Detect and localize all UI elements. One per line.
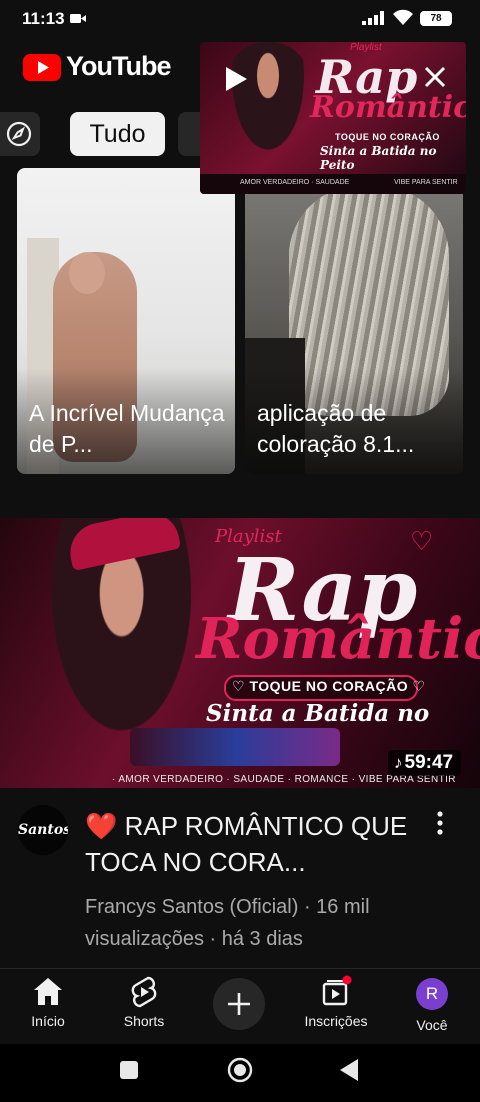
thumbnail-tagline: ♡ TOQUE NO CORAÇÃO ♡ bbox=[232, 678, 426, 694]
duration-text: 59:47 bbox=[404, 752, 454, 773]
video-recording-icon bbox=[70, 14, 86, 23]
nav-label: Você bbox=[416, 1017, 448, 1033]
nav-label: Inscrições bbox=[304, 1013, 368, 1029]
nav-shorts[interactable]: Shorts bbox=[96, 975, 192, 1035]
compass-icon bbox=[6, 121, 32, 147]
more-options-icon[interactable] bbox=[430, 808, 450, 840]
signal-icon bbox=[362, 11, 384, 25]
short-card[interactable]: A Incrível Mudança de P... bbox=[17, 168, 235, 474]
short-card[interactable]: aplicação de coloração 8.1... bbox=[245, 168, 463, 474]
thumbnail-footer: VIBE PARA SENTIR bbox=[394, 179, 458, 186]
channel-avatar[interactable]: Santos bbox=[18, 805, 68, 855]
nav-you[interactable]: R Você bbox=[384, 975, 480, 1035]
video-thumbnail[interactable]: Playlist ♡ Rap Romântico ♡ TOQUE NO CORA… bbox=[0, 518, 480, 788]
recents-button[interactable] bbox=[120, 1061, 138, 1079]
thumbnail-tagline: TOQUE NO CORAÇÃO bbox=[335, 132, 440, 142]
music-note-icon: ♪ bbox=[394, 753, 403, 772]
chip-all[interactable]: Tudo bbox=[70, 112, 165, 156]
short-title: A Incrível Mudança de P... bbox=[29, 400, 225, 457]
video-meta[interactable]: Francys Santos (Oficial) · 16 mil visual… bbox=[85, 891, 425, 955]
add-icon bbox=[228, 993, 250, 1015]
thumbnail-subtitle: Romântico bbox=[310, 90, 466, 125]
upload-age: há 3 dias bbox=[221, 928, 303, 950]
miniplayer[interactable]: Playlist Rap Romântico TOQUE NO CORAÇÃO … bbox=[200, 42, 466, 194]
subscriptions-icon bbox=[322, 975, 352, 1006]
clock: 11:13 bbox=[22, 9, 65, 28]
home-button[interactable] bbox=[227, 1057, 253, 1083]
nav-label: Shorts bbox=[123, 1013, 165, 1029]
home-icon bbox=[34, 978, 62, 1005]
create-button[interactable] bbox=[213, 978, 265, 1030]
avatar: R bbox=[416, 978, 448, 1010]
thumbnail-subline: Sinta a Batida no Peito bbox=[320, 144, 437, 172]
channel-name: Francys Santos (Oficial) bbox=[85, 896, 299, 918]
nav-label: Início bbox=[31, 1013, 65, 1029]
close-icon[interactable] bbox=[420, 62, 450, 92]
back-button[interactable] bbox=[338, 1057, 360, 1083]
status-bar: 11:13 78 bbox=[0, 0, 480, 36]
wifi-icon bbox=[393, 9, 413, 25]
duration-badge: ♪ 59:47 bbox=[388, 750, 462, 776]
thumbnail-footer: AMOR VERDADEIRO · SAUDADE bbox=[240, 179, 350, 186]
youtube-logo-icon[interactable] bbox=[23, 54, 61, 81]
play-icon[interactable] bbox=[220, 64, 250, 94]
battery-icon: 78 bbox=[420, 11, 452, 26]
nav-home[interactable]: Início bbox=[0, 975, 96, 1035]
short-title: aplicação de coloração 8.1... bbox=[257, 400, 415, 457]
shorts-icon bbox=[131, 976, 157, 1008]
nav-subscriptions[interactable]: Inscrições bbox=[288, 975, 384, 1035]
explore-chip[interactable] bbox=[0, 112, 40, 156]
video-title[interactable]: ❤️ RAP ROMÂNTICO QUE TOCA NO CORA... bbox=[85, 808, 415, 880]
thumbnail-subtitle: Romântico bbox=[196, 606, 480, 672]
app-name[interactable]: YouTube bbox=[66, 51, 171, 82]
